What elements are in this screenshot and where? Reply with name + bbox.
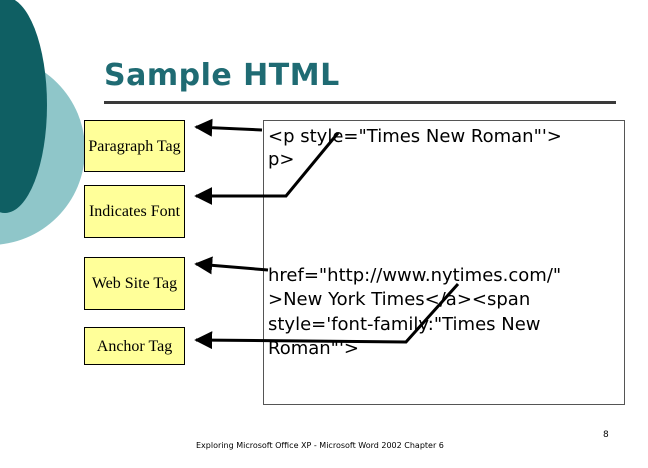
title-underline	[104, 101, 616, 104]
code-line-6: Roman"'>	[268, 338, 359, 359]
code-line-1: <p style="Times New Roman"'>	[268, 126, 562, 147]
slide-title: Sample HTML	[104, 58, 340, 93]
code-line-4: >New York Times</a><span	[268, 289, 531, 310]
footer-text: Exploring Microsoft Office XP - Microsof…	[196, 441, 444, 450]
code-line-3: href="http://www.nytimes.com/"	[268, 265, 562, 286]
decorative-circles	[0, 0, 85, 245]
page-number: 8	[603, 430, 609, 440]
label-paragraph-tag: Paragraph Tag	[84, 120, 185, 172]
code-line-2: p>	[268, 149, 295, 170]
label-anchor-tag: Anchor Tag	[84, 327, 185, 365]
code-line-5: style='font-family:"Times New	[268, 314, 541, 335]
arrow-website	[194, 256, 269, 275]
label-web-site-tag: Web Site Tag	[84, 257, 185, 310]
label-indicates-font: Indicates Font	[84, 185, 185, 238]
arrow-paragraph	[194, 118, 263, 137]
